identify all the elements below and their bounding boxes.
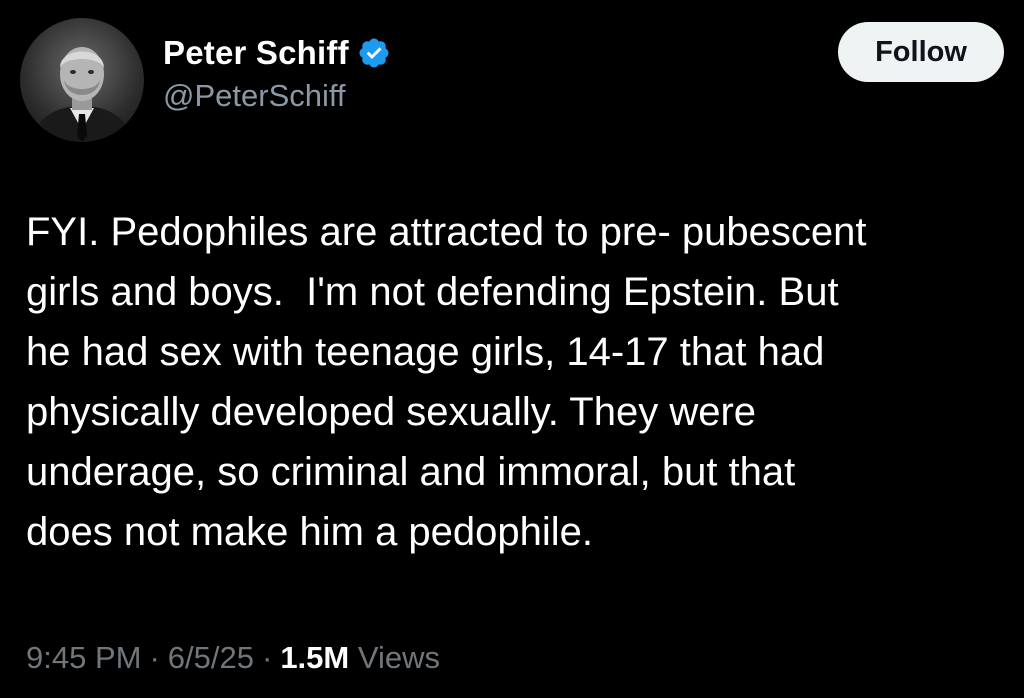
tweet-line: he had sex with teenage girls, 14-17 tha…: [26, 330, 825, 374]
verified-badge-icon[interactable]: [357, 36, 391, 70]
avatar[interactable]: [20, 18, 144, 142]
tweet-line: underage, so criminal and immoral, but t…: [26, 450, 796, 494]
tweet-text: FYI. Pedophiles are attracted to pre- pu…: [26, 202, 1006, 562]
follow-button[interactable]: Follow: [838, 22, 1004, 82]
tweet-line: physically developed sexually. They were: [26, 390, 757, 434]
tweet-date[interactable]: 6/5/25: [168, 640, 254, 676]
tweet-line: FYI. Pedophiles are attracted to pre- pu…: [26, 210, 867, 254]
tweet-header: Peter Schiff @PeterSchiff Follow: [20, 18, 1004, 148]
meta-separator: ·: [149, 640, 160, 675]
author-names: Peter Schiff @PeterSchiff: [163, 30, 391, 114]
meta-separator: ·: [261, 640, 273, 675]
tweet-card: Peter Schiff @PeterSchiff Follow FYI. Pe…: [0, 0, 1024, 698]
tweet-meta: 9:45 PM · 6/5/25 · 1.5M Views: [26, 640, 440, 676]
display-name-row: Peter Schiff: [163, 30, 391, 76]
display-name[interactable]: Peter Schiff: [163, 34, 349, 72]
tweet-time[interactable]: 9:45 PM: [26, 640, 141, 676]
tweet-line: does not make him a pedophile.: [26, 510, 594, 554]
author-handle[interactable]: @PeterSchiff: [163, 78, 391, 114]
views-label: Views: [357, 640, 440, 675]
views-count[interactable]: 1.5M: [280, 640, 349, 676]
tweet-line: girls and boys. I'm not defending Epstei…: [26, 270, 839, 314]
